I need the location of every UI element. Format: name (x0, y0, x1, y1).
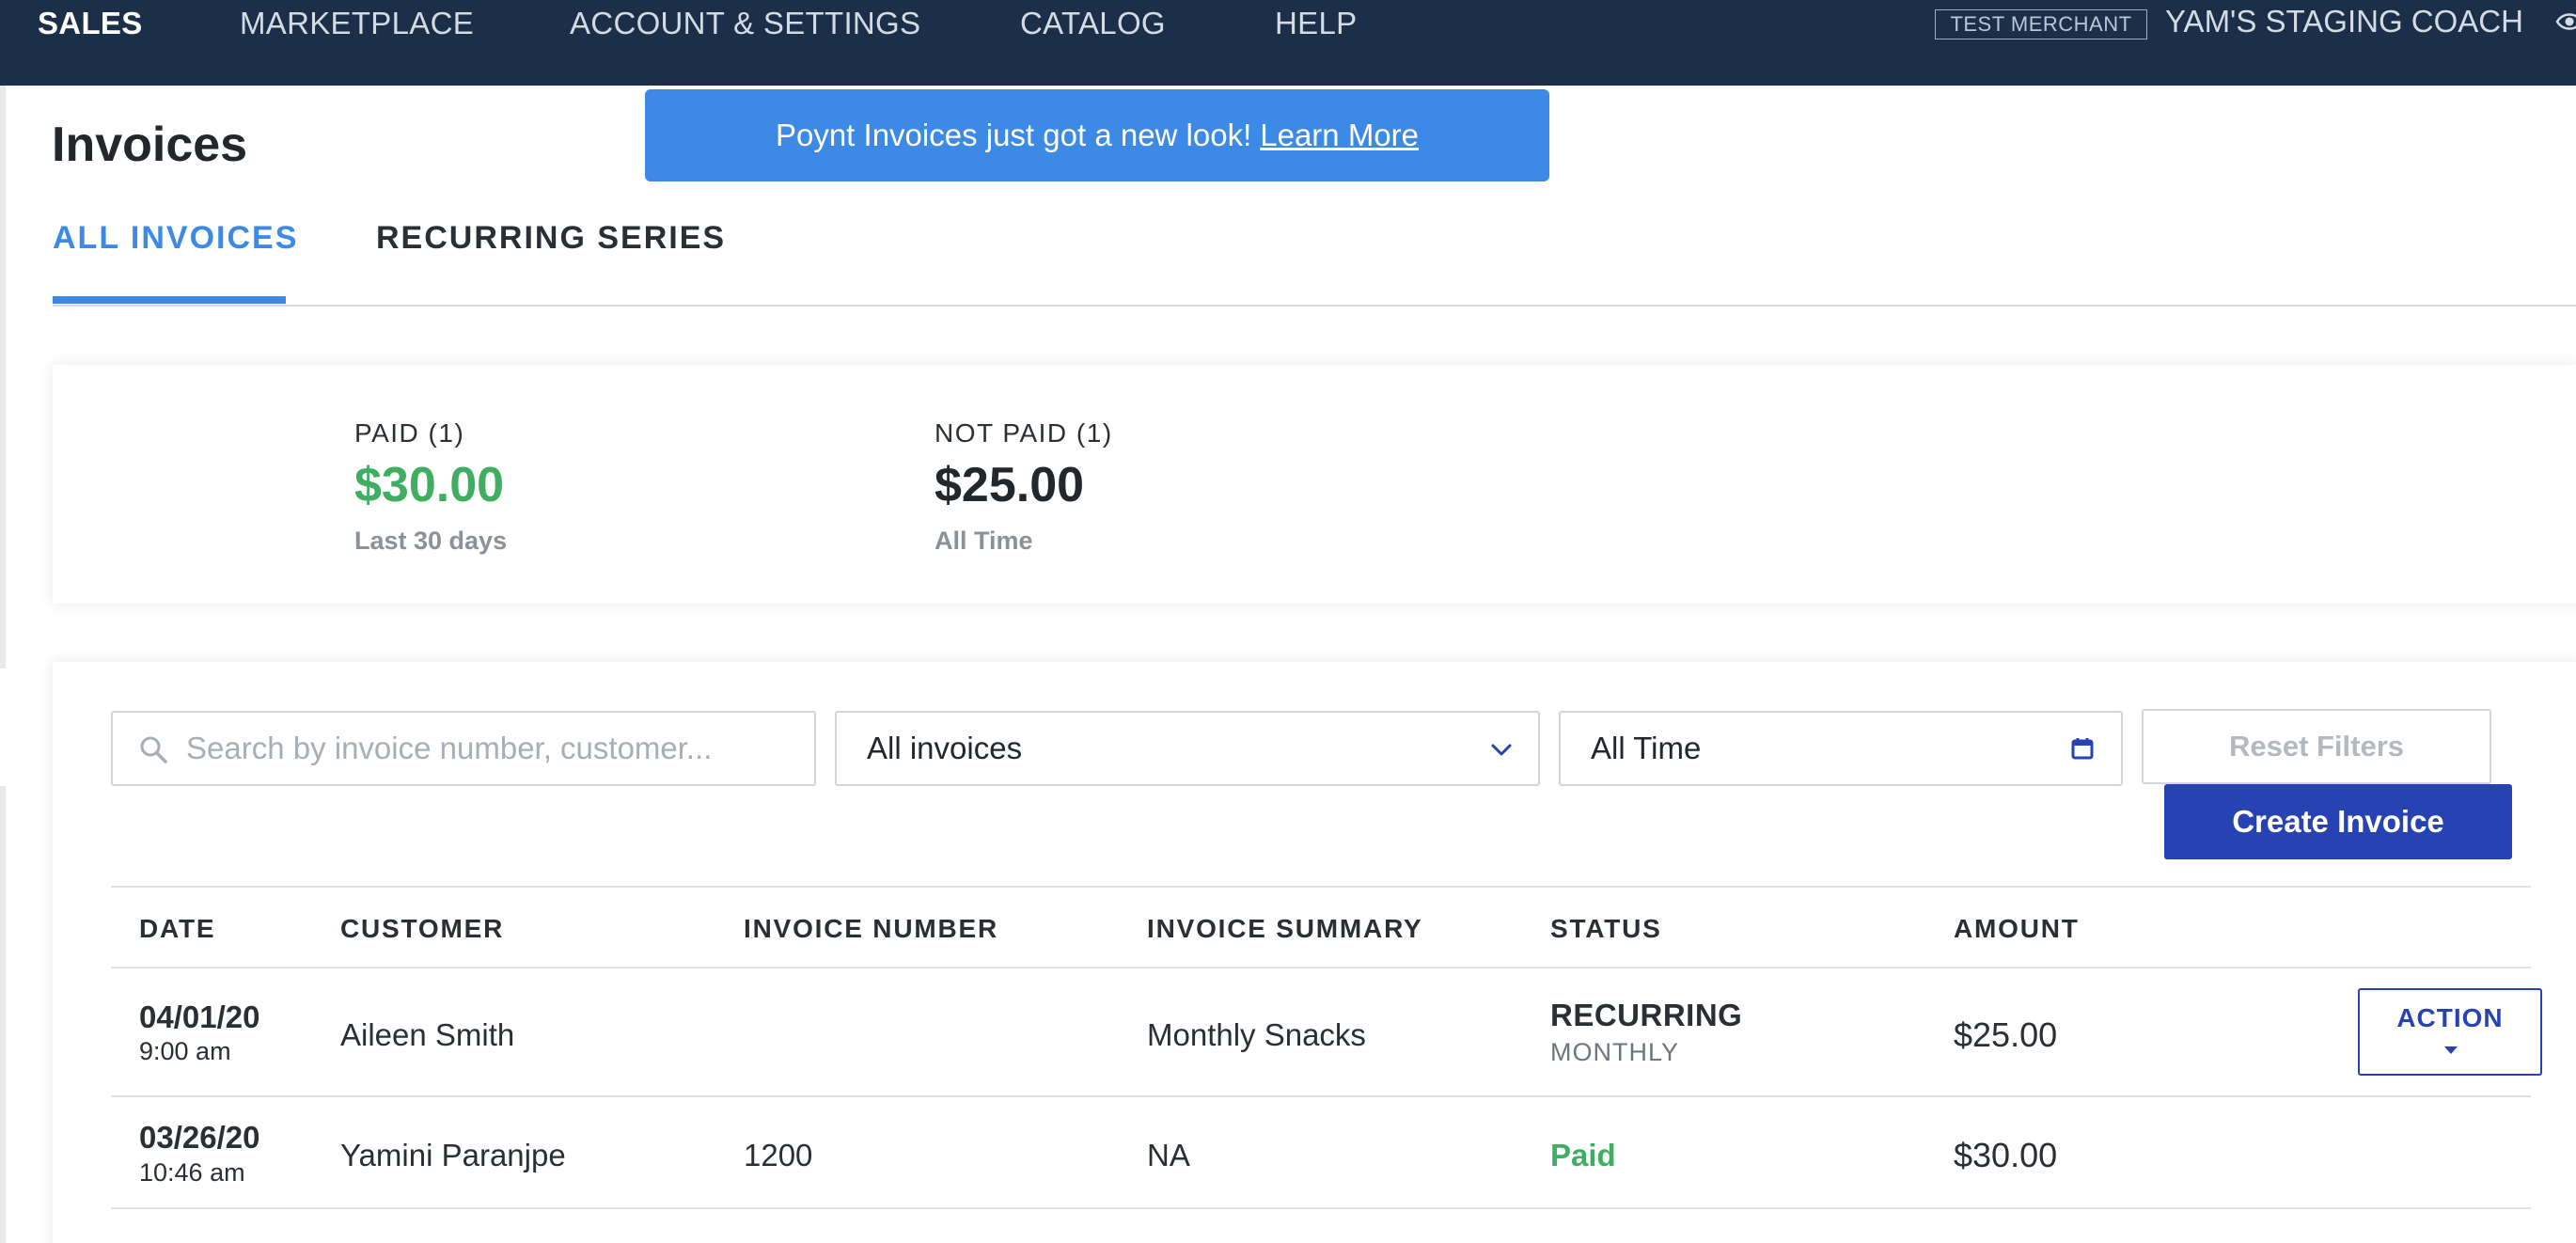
search-input[interactable] (186, 713, 807, 784)
calendar-icon (2071, 738, 2094, 760)
invoice-type-select[interactable]: All invoices (835, 711, 1540, 786)
row-status-frequency: MONTHLY (1550, 1038, 1680, 1066)
nav-item-sales[interactable]: SALES (38, 0, 143, 47)
column-header-status[interactable]: STATUS (1550, 914, 1662, 944)
column-header-customer[interactable]: CUSTOMER (340, 914, 504, 944)
eye-icon[interactable] (2555, 8, 2576, 36)
row-summary: NA (1147, 1138, 1190, 1172)
left-edge-strip (0, 786, 6, 1243)
column-header-amount[interactable]: AMOUNT (1954, 914, 2080, 944)
row-invoice-number: 1200 (744, 1138, 813, 1172)
page-title: Invoices (52, 118, 248, 172)
search-box[interactable] (111, 711, 816, 786)
tab-recurring-series[interactable]: RECURRING SERIES (376, 220, 726, 257)
left-edge-strip (0, 86, 6, 669)
table-header-rule (111, 967, 2531, 968)
paid-amount: $30.00 (354, 458, 505, 512)
row-status: RECURRING (1550, 998, 1743, 1032)
table-top-rule (111, 886, 2531, 888)
column-header-invoice-number[interactable]: INVOICE NUMBER (744, 914, 998, 944)
not-paid-amount: $25.00 (935, 458, 1085, 512)
row-summary: Monthly Snacks (1147, 1017, 1366, 1052)
active-tab-indicator (53, 296, 286, 304)
table-row-divider (111, 1095, 2531, 1097)
caret-down-icon (2444, 1046, 2458, 1054)
search-icon (140, 736, 167, 763)
tab-all-invoices[interactable]: ALL INVOICES (53, 220, 298, 257)
row-date: 03/26/20 (139, 1120, 260, 1155)
banner-text: Poynt Invoices just got a new look! (775, 118, 1252, 152)
row-time: 9:00 am (139, 1037, 231, 1065)
row-amount: $25.00 (1954, 1015, 2058, 1054)
row-customer: Aileen Smith (340, 1017, 515, 1052)
top-navigation: SALES MARKETPLACE ACCOUNT & SETTINGS CAT… (0, 0, 2576, 86)
learn-more-link[interactable]: Learn More (1260, 118, 1419, 153)
column-header-invoice-summary[interactable]: INVOICE SUMMARY (1147, 914, 1423, 944)
test-merchant-badge: TEST MERCHANT (1935, 9, 2147, 39)
row-customer: Yamini Paranjpe (340, 1138, 566, 1172)
not-paid-label: NOT PAID (1) (935, 418, 1113, 448)
nav-item-marketplace[interactable]: MARKETPLACE (240, 0, 474, 47)
row-date: 04/01/20 (139, 999, 260, 1034)
nav-item-help[interactable]: HELP (1275, 0, 1357, 47)
date-range-value: All Time (1591, 731, 1702, 765)
action-button-label: ACTION (2396, 1003, 2504, 1032)
nav-item-account-settings[interactable]: ACCOUNT & SETTINGS (570, 0, 920, 47)
row-status: Paid (1550, 1138, 1616, 1172)
paid-period: Last 30 days (354, 527, 508, 555)
paid-label: PAID (1) (354, 418, 465, 448)
chevron-down-icon (1491, 744, 1512, 756)
column-header-date[interactable]: DATE (139, 914, 215, 944)
create-invoice-button[interactable]: Create Invoice (2164, 784, 2512, 859)
merchant-name[interactable]: YAM'S STAGING COACH (2165, 0, 2523, 43)
not-paid-period: All Time (935, 527, 1033, 555)
summary-card: PAID (1) $30.00 Last 30 days NOT PAID (1… (53, 365, 2576, 604)
announcement-banner: Poynt Invoices just got a new look! Lear… (645, 89, 1549, 181)
nav-item-catalog[interactable]: CATALOG (1020, 0, 1166, 47)
row-action-button[interactable]: ACTION (2358, 988, 2542, 1076)
row-time: 10:46 am (139, 1158, 245, 1187)
tabs-divider (53, 305, 2576, 307)
row-amount: $30.00 (1954, 1136, 2058, 1174)
date-range-picker[interactable]: All Time (1559, 711, 2123, 786)
invoice-type-value: All invoices (867, 731, 1023, 765)
table-row-divider (111, 1207, 2531, 1209)
reset-filters-button[interactable]: Reset Filters (2142, 709, 2491, 784)
